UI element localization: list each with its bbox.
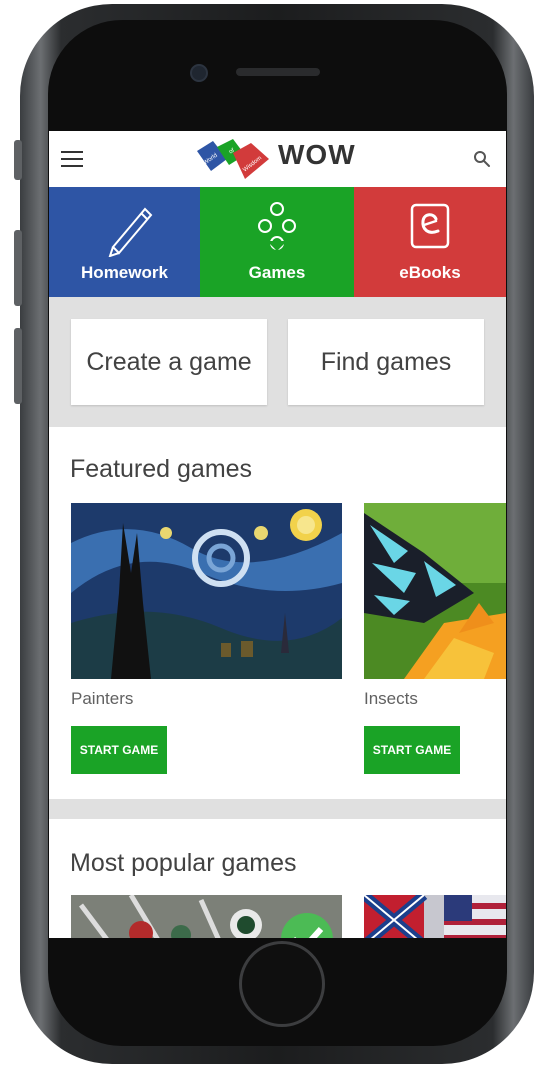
- popular-games-section: Most popular games: [49, 819, 506, 938]
- pencil-icon: [108, 207, 152, 257]
- tab-ebooks[interactable]: eBooks: [354, 187, 506, 297]
- football-players-image[interactable]: [71, 895, 342, 938]
- menu-icon[interactable]: [61, 151, 83, 167]
- starry-night-image[interactable]: [71, 503, 342, 679]
- flags-image[interactable]: [364, 895, 506, 938]
- tab-games-label: Games: [248, 263, 306, 282]
- tab-homework[interactable]: Homework: [49, 187, 200, 297]
- find-games-button[interactable]: Find games: [288, 319, 484, 405]
- volume-down-button: [14, 328, 22, 404]
- action-area: Create a game Find games: [49, 297, 506, 427]
- volume-up-button: [14, 230, 22, 306]
- app-bar: World of Wisdom WOW: [49, 131, 506, 187]
- home-button[interactable]: [239, 941, 325, 1027]
- featured-games-section: Featured games Painters START GAME Insec…: [49, 427, 506, 799]
- game-name: Painters: [71, 689, 134, 708]
- app-screen: World of Wisdom WOW Homework Games eBook…: [49, 131, 506, 938]
- selected-tab-indicator: [267, 241, 287, 251]
- front-camera: [190, 64, 208, 82]
- start-game-button[interactable]: START GAME: [364, 726, 460, 774]
- wow-logo-icon: World of Wisdom: [197, 139, 269, 179]
- butterfly-image[interactable]: [364, 503, 506, 679]
- game-name: Insects: [364, 689, 418, 708]
- create-game-button[interactable]: Create a game: [71, 319, 267, 405]
- search-icon[interactable]: [473, 150, 491, 168]
- featured-games-title: Featured games: [70, 455, 253, 483]
- mute-switch: [14, 140, 22, 180]
- tab-homework-label: Homework: [81, 263, 168, 282]
- popular-games-title: Most popular games: [70, 849, 297, 877]
- tab-ebooks-label: eBooks: [399, 263, 461, 282]
- earpiece-speaker: [236, 68, 320, 76]
- ebook-icon: [410, 203, 450, 249]
- start-game-button[interactable]: START GAME: [71, 726, 167, 774]
- logo-text: WOW: [278, 139, 356, 170]
